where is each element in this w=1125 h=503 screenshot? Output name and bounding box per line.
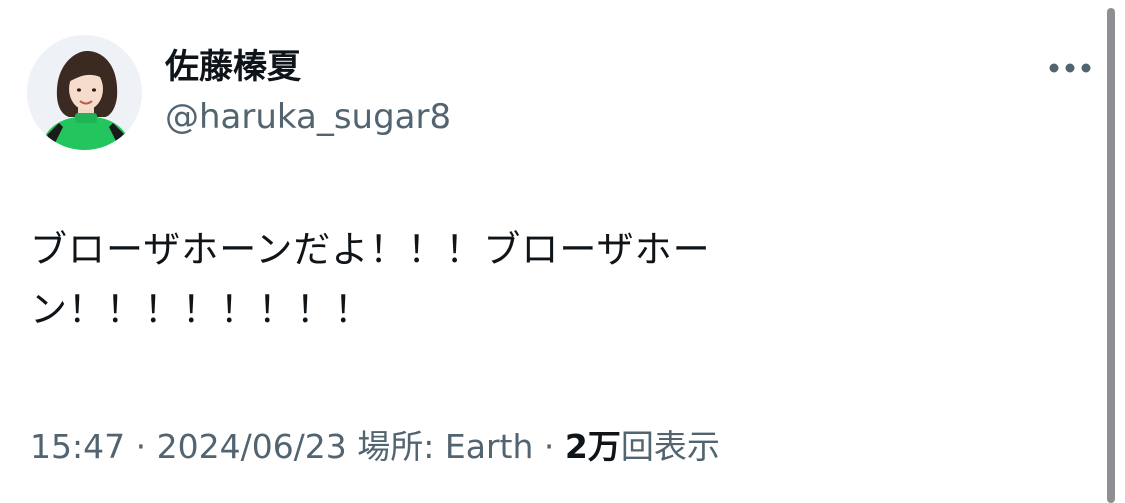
author-display-name[interactable]: 佐藤榛夏	[165, 44, 301, 90]
more-options-button[interactable]	[1040, 46, 1100, 90]
tweet-metadata: 15:47 · 2024/06/23 場所: Earth · 2万回表示	[30, 424, 720, 470]
avatar-image	[27, 35, 142, 150]
tweet-text: ブローザホーンだよ！！！ブローザホーン！！！！！！！！	[30, 228, 711, 331]
view-count: 2万	[564, 427, 621, 466]
tweet-time[interactable]: 15:47	[30, 427, 125, 466]
meta-separator: ·	[533, 427, 565, 466]
author-avatar[interactable]	[27, 35, 142, 150]
author-handle[interactable]: @haruka_sugar8	[165, 94, 451, 140]
meta-separator: ·	[125, 427, 157, 466]
tweet-card: 佐藤榛夏 @haruka_sugar8 ブローザホーンだよ！！！ブローザホーン！…	[0, 0, 1105, 497]
scrollbar-thumb[interactable]	[1107, 8, 1115, 503]
tweet-date[interactable]: 2024/06/23	[157, 427, 347, 466]
more-horizontal-icon	[1049, 63, 1091, 73]
view-label: 回表示	[620, 427, 720, 466]
tweet-location: 場所: Earth	[357, 427, 534, 466]
